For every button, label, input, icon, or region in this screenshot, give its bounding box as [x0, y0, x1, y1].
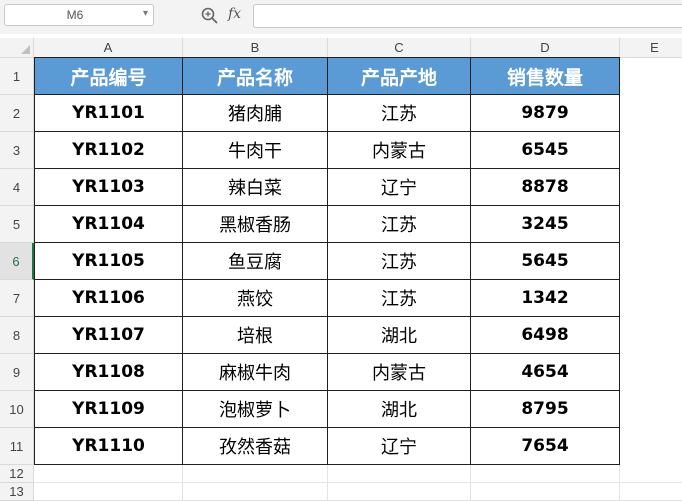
table-cell-qty[interactable]: 1342 — [471, 280, 620, 317]
table-cell-code[interactable]: YR1106 — [34, 280, 183, 317]
name-box[interactable]: M6 ▾ — [4, 4, 154, 26]
table-cell-origin[interactable]: 辽宁 — [328, 428, 471, 465]
table-header-product-name[interactable]: 产品名称 — [183, 57, 328, 95]
table-cell-name[interactable]: 鱼豆腐 — [183, 243, 328, 280]
table-cell-name[interactable]: 辣白菜 — [183, 169, 328, 206]
table-cell-qty[interactable]: 4654 — [471, 354, 620, 391]
select-all-corner[interactable] — [0, 38, 34, 58]
table-cell-qty[interactable]: 6498 — [471, 317, 620, 354]
row-header-7[interactable]: 7 — [0, 280, 34, 317]
table-cell-origin[interactable]: 湖北 — [328, 317, 471, 354]
row-header-13[interactable]: 13 — [0, 483, 34, 501]
row-header-12[interactable]: 12 — [0, 465, 34, 483]
table-cell-name[interactable]: 猪肉脯 — [183, 95, 328, 132]
table-cell-code[interactable]: YR1101 — [34, 95, 183, 132]
gridline — [327, 465, 328, 500]
table-cell-code[interactable]: YR1105 — [34, 243, 183, 280]
row-header-11[interactable]: 11 — [0, 428, 34, 465]
table-cell-name[interactable]: 培根 — [183, 317, 328, 354]
row-header-9[interactable]: 9 — [0, 354, 34, 391]
gridline — [470, 465, 471, 500]
column-header-c[interactable]: C — [328, 38, 471, 58]
column-header-e[interactable]: E — [620, 38, 682, 58]
row-header-3[interactable]: 3 — [0, 132, 34, 169]
table-cell-code[interactable]: YR1108 — [34, 354, 183, 391]
table-cell-qty[interactable]: 6545 — [471, 132, 620, 169]
row-header-2[interactable]: 2 — [0, 95, 34, 132]
table-cell-code[interactable]: YR1109 — [34, 391, 183, 428]
row-header-6[interactable]: 6 — [0, 243, 34, 280]
table-cell-name[interactable]: 燕饺 — [183, 280, 328, 317]
table-cell-origin[interactable]: 江苏 — [328, 95, 471, 132]
table-cell-qty[interactable]: 8878 — [471, 169, 620, 206]
table-cell-code[interactable]: YR1107 — [34, 317, 183, 354]
table-header-product-code[interactable]: 产品编号 — [34, 57, 183, 95]
table-cell-qty[interactable]: 5645 — [471, 243, 620, 280]
table-cell-origin[interactable]: 江苏 — [328, 280, 471, 317]
row-header-5[interactable]: 5 — [0, 206, 34, 243]
select-all-icon — [21, 45, 30, 54]
table-cell-name[interactable]: 孜然香菇 — [183, 428, 328, 465]
formula-input[interactable] — [253, 4, 682, 28]
gridline — [34, 482, 682, 483]
table-cell-name[interactable]: 黑椒香肠 — [183, 206, 328, 243]
gridline — [182, 465, 183, 500]
formula-bar: M6 ▾ fx — [0, 0, 682, 34]
table-cell-origin[interactable]: 辽宁 — [328, 169, 471, 206]
table-header-sales-qty[interactable]: 销售数量 — [471, 57, 620, 95]
zoom-icon[interactable] — [200, 6, 220, 26]
fx-icon[interactable]: fx — [228, 6, 241, 22]
table-cell-origin[interactable]: 湖北 — [328, 391, 471, 428]
table-header-origin[interactable]: 产品产地 — [328, 57, 471, 95]
table-cell-name[interactable]: 麻椒牛肉 — [183, 354, 328, 391]
column-header-d[interactable]: D — [471, 38, 620, 58]
table-cell-qty[interactable]: 8795 — [471, 391, 620, 428]
table-cell-code[interactable]: YR1103 — [34, 169, 183, 206]
column-header-b[interactable]: B — [183, 38, 328, 58]
row-header-4[interactable]: 4 — [0, 169, 34, 206]
row-header-8[interactable]: 8 — [0, 317, 34, 354]
table-cell-origin[interactable]: 内蒙古 — [328, 354, 471, 391]
column-header-a[interactable]: A — [34, 38, 183, 58]
table-cell-code[interactable]: YR1110 — [34, 428, 183, 465]
table-cell-origin[interactable]: 江苏 — [328, 206, 471, 243]
dropdown-arrow-icon[interactable]: ▾ — [143, 8, 148, 19]
table-cell-qty[interactable]: 9879 — [471, 95, 620, 132]
table-cell-origin[interactable]: 江苏 — [328, 243, 471, 280]
row-header-1[interactable]: 1 — [0, 58, 34, 95]
table-cell-qty[interactable]: 7654 — [471, 428, 620, 465]
name-box-value: M6 — [66, 8, 84, 22]
row-header-10[interactable]: 10 — [0, 391, 34, 428]
table-cell-name[interactable]: 牛肉干 — [183, 132, 328, 169]
table-cell-code[interactable]: YR1102 — [34, 132, 183, 169]
table-cell-origin[interactable]: 内蒙古 — [328, 132, 471, 169]
table-cell-code[interactable]: YR1104 — [34, 206, 183, 243]
table-cell-name[interactable]: 泡椒萝卜 — [183, 391, 328, 428]
table-cell-qty[interactable]: 3245 — [471, 206, 620, 243]
